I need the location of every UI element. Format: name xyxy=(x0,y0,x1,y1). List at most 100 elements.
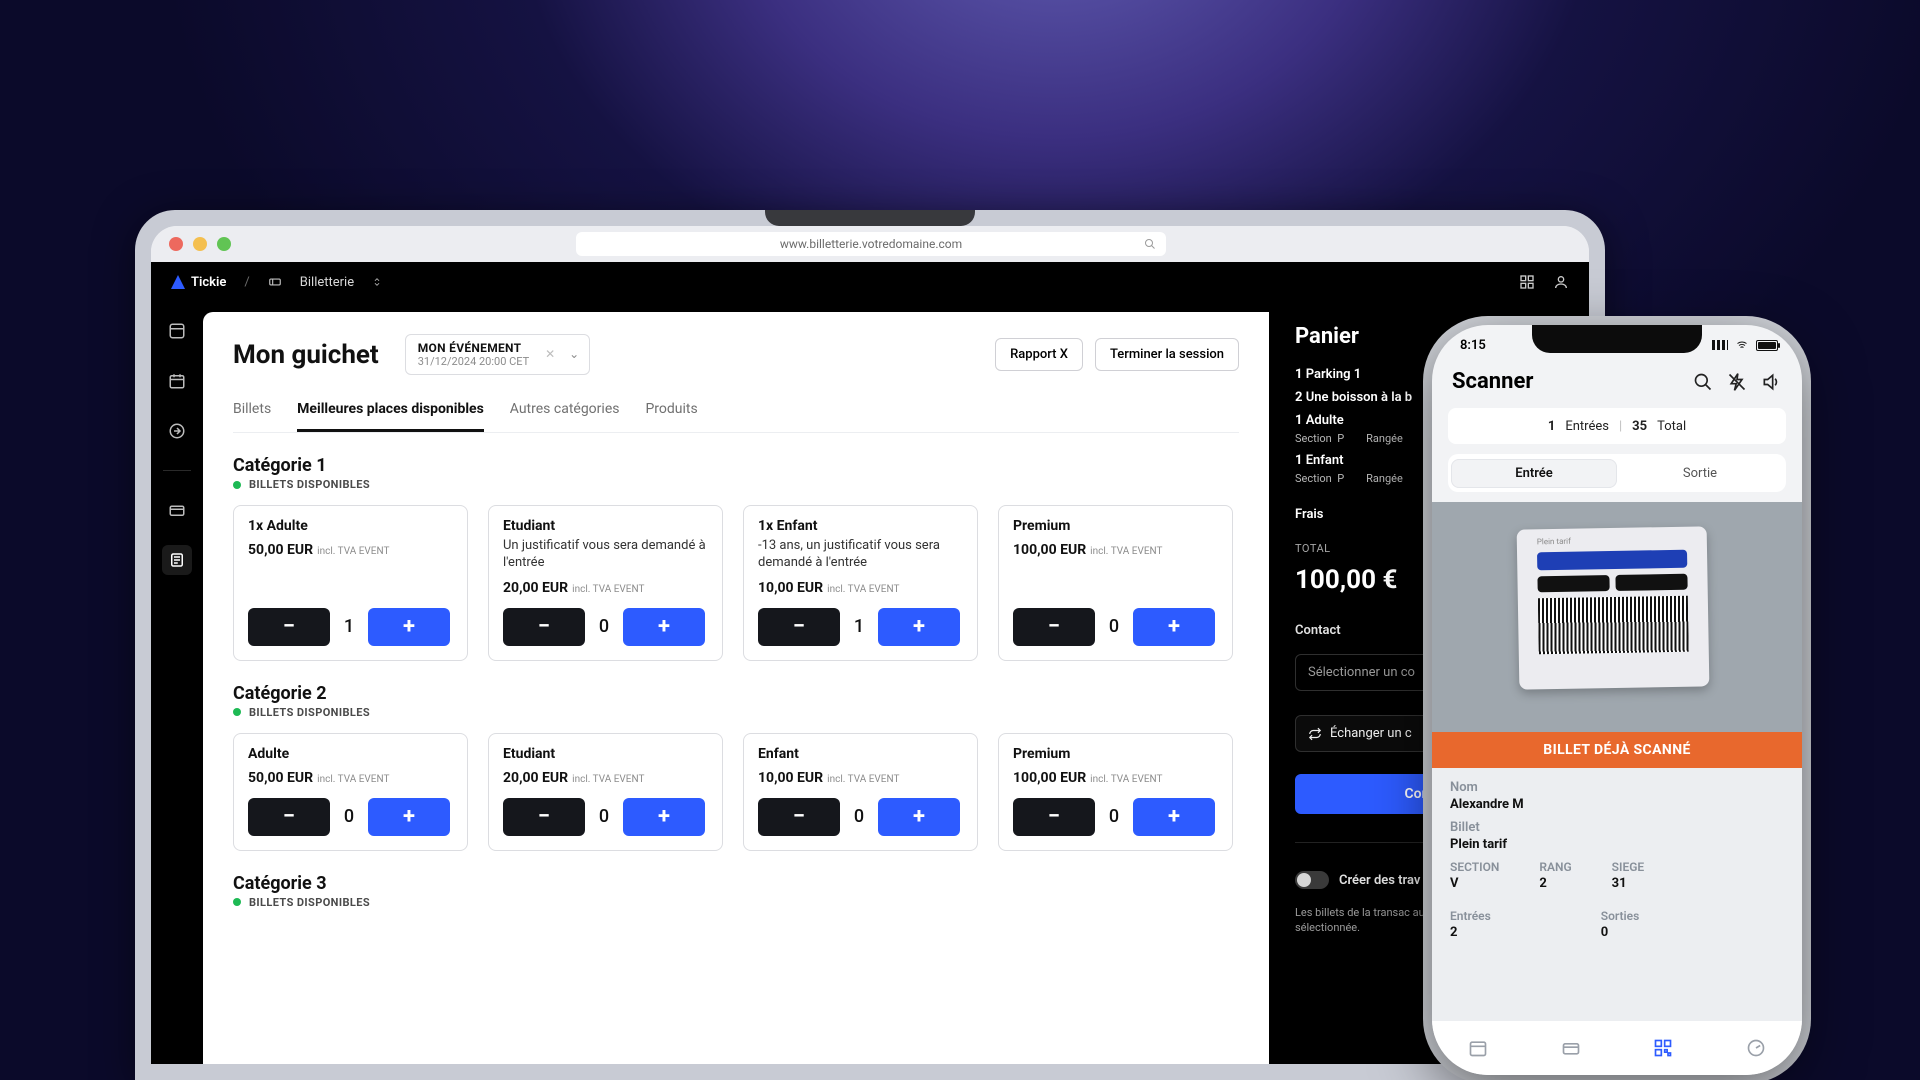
increment-button[interactable]: + xyxy=(623,798,705,836)
flash-off-icon[interactable] xyxy=(1726,371,1748,393)
rail-exit-icon[interactable] xyxy=(162,416,192,446)
tab-card-icon[interactable] xyxy=(1560,1037,1582,1059)
ticket-vat: incl. TVA EVENT xyxy=(572,774,644,785)
search-icon xyxy=(1144,238,1156,250)
clear-icon[interactable]: ✕ xyxy=(545,347,555,361)
decrement-button[interactable]: − xyxy=(248,608,330,646)
user-icon[interactable] xyxy=(1553,274,1569,290)
ticket-subtitle: Un justificatif vous sera demandé à l'en… xyxy=(503,538,708,572)
page-title: Mon guichet xyxy=(233,340,379,370)
ticket-subtitle: -13 ans, un justificatif vous sera deman… xyxy=(758,538,963,572)
decrement-button[interactable]: − xyxy=(503,798,585,836)
increment-button[interactable]: + xyxy=(1133,798,1215,836)
ticket-tariff-hint: Plein tarif xyxy=(1537,535,1687,547)
ticket-vat: incl. TVA EVENT xyxy=(1090,546,1162,557)
event-selector[interactable]: MON ÉVÉNEMENT 31/12/2024 20:00 CET ✕ ⌄ xyxy=(405,334,590,375)
camera-preview: Plein tarif xyxy=(1432,502,1802,732)
ticket-card: Etudiant Un justificatif vous sera deman… xyxy=(488,505,723,661)
ticket-card: Adulte 50,00 EURincl. TVA EVENT − 0 + xyxy=(233,733,468,851)
decrement-button[interactable]: − xyxy=(1013,608,1095,646)
seat-col-value: 2 xyxy=(1539,876,1571,891)
ticket-title: Etudiant xyxy=(503,746,708,762)
window-minimize-icon[interactable] xyxy=(193,237,207,251)
rail-pos-icon[interactable] xyxy=(162,545,192,575)
chevron-down-icon[interactable]: ⌄ xyxy=(569,347,579,361)
segment-entry[interactable]: Entrée xyxy=(1451,459,1617,488)
seat-col-label: SIEGE xyxy=(1612,860,1645,874)
rail-card-icon[interactable] xyxy=(162,495,192,525)
ticket-price: 20,00 EUR xyxy=(503,580,568,596)
increment-button[interactable]: + xyxy=(368,798,450,836)
decrement-button[interactable]: − xyxy=(1013,798,1095,836)
quantity-value: 1 xyxy=(342,616,356,637)
main-content: Mon guichet MON ÉVÉNEMENT 31/12/2024 20:… xyxy=(203,312,1269,1064)
exchange-icon xyxy=(1308,727,1322,741)
chevron-updown-icon[interactable] xyxy=(372,276,382,288)
category-status: BILLETS DISPONIBLES xyxy=(233,706,1239,719)
breadcrumb-separator: / xyxy=(244,275,249,290)
ticket-title: 1x Adulte xyxy=(248,518,453,534)
create-toggle[interactable] xyxy=(1295,871,1329,889)
tab-1[interactable]: Meilleures places disponibles xyxy=(297,393,484,432)
ticket-vat: incl. TVA EVENT xyxy=(827,584,899,595)
exits-label: Sorties xyxy=(1601,909,1640,923)
ticket-card: Enfant 10,00 EURincl. TVA EVENT − 0 + xyxy=(743,733,978,851)
decrement-button[interactable]: − xyxy=(758,798,840,836)
brand-logo[interactable]: Tickie xyxy=(171,275,226,290)
increment-button[interactable]: + xyxy=(1133,608,1215,646)
toggle-label: Créer des trav xyxy=(1339,873,1420,888)
window-close-icon[interactable] xyxy=(169,237,183,251)
decrement-button[interactable]: − xyxy=(758,608,840,646)
sound-icon[interactable] xyxy=(1760,371,1782,393)
category-title: Catégorie 2 xyxy=(233,683,1239,704)
quantity-value: 0 xyxy=(597,616,611,637)
ticket-price: 50,00 EUR xyxy=(248,542,313,558)
ticket-title: Premium xyxy=(1013,518,1218,534)
tab-2[interactable]: Autres catégories xyxy=(510,393,620,432)
increment-button[interactable]: + xyxy=(878,798,960,836)
ticket-vat: incl. TVA EVENT xyxy=(317,774,389,785)
total-count: 35 xyxy=(1632,419,1647,434)
report-button[interactable]: Rapport X xyxy=(995,338,1083,371)
tab-calendar-icon[interactable] xyxy=(1467,1037,1489,1059)
ticket-card: 1x Enfant -13 ans, un justificatif vous … xyxy=(743,505,978,661)
exits-value: 0 xyxy=(1601,925,1640,940)
ticket-icon xyxy=(268,275,282,289)
category-title: Catégorie 1 xyxy=(233,455,1239,476)
exchange-label: Échanger un c xyxy=(1330,726,1412,741)
rail-calendar-icon[interactable] xyxy=(162,366,192,396)
window-zoom-icon[interactable] xyxy=(217,237,231,251)
browser-chrome: www.billetterie.votredomaine.com xyxy=(151,226,1589,262)
search-icon[interactable] xyxy=(1692,371,1714,393)
tab-3[interactable]: Produits xyxy=(645,393,697,432)
category-status: BILLETS DISPONIBLES xyxy=(233,896,1239,909)
ticket-title: Adulte xyxy=(248,746,453,762)
scan-counts: 1 Entrées | 35 Total xyxy=(1448,408,1786,444)
segment-control[interactable]: Entrée Sortie xyxy=(1448,454,1786,492)
segment-exit[interactable]: Sortie xyxy=(1617,459,1783,488)
phone-time: 8:15 xyxy=(1460,338,1486,353)
breadcrumb-item[interactable]: Billetterie xyxy=(300,275,354,290)
end-session-button[interactable]: Terminer la session xyxy=(1095,338,1239,371)
apps-grid-icon[interactable] xyxy=(1519,274,1535,290)
ticket-vat: incl. TVA EVENT xyxy=(827,774,899,785)
decrement-button[interactable]: − xyxy=(248,798,330,836)
increment-button[interactable]: + xyxy=(623,608,705,646)
ticket-value: Plein tarif xyxy=(1450,837,1784,852)
ticket-title: Premium xyxy=(1013,746,1218,762)
url-bar[interactable]: www.billetterie.votredomaine.com xyxy=(576,232,1166,256)
increment-button[interactable]: + xyxy=(368,608,450,646)
rail-dashboard-icon[interactable] xyxy=(162,316,192,346)
laptop-frame: www.billetterie.votredomaine.com Tickie … xyxy=(135,210,1605,1080)
phone-notch xyxy=(1532,325,1702,353)
ticket-label: Billet xyxy=(1450,820,1784,835)
tab-0[interactable]: Billets xyxy=(233,393,271,432)
seat-col-value: 31 xyxy=(1612,876,1645,891)
tab-qr-icon[interactable] xyxy=(1652,1037,1674,1059)
decrement-button[interactable]: − xyxy=(503,608,585,646)
entries-label: Entrées xyxy=(1565,419,1609,434)
increment-button[interactable]: + xyxy=(878,608,960,646)
ticket-preview: Plein tarif xyxy=(1517,526,1710,689)
download-button-preview xyxy=(1537,550,1687,571)
tab-gauge-icon[interactable] xyxy=(1745,1037,1767,1059)
